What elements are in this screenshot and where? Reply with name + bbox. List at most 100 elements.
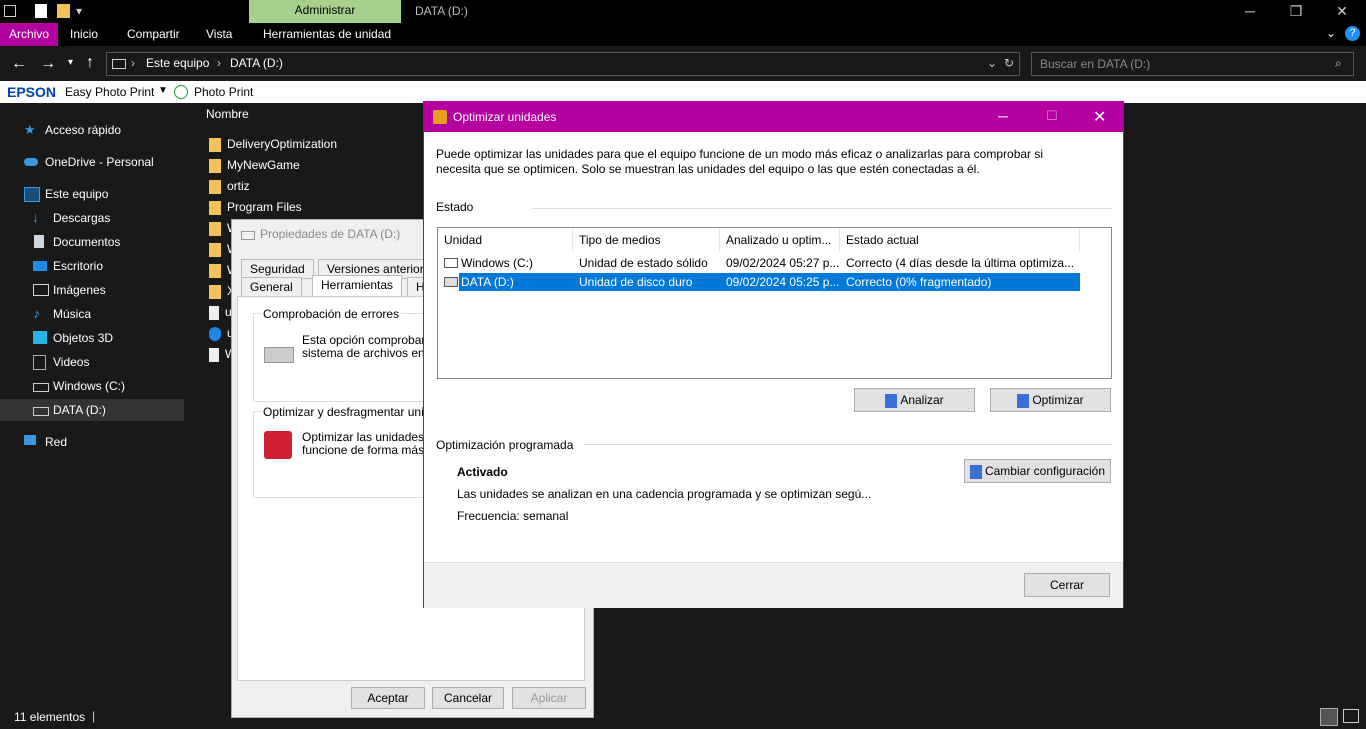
sidebar-item-quick-access[interactable]: ★ Acceso rápido	[0, 119, 184, 141]
sidebar-item-documents[interactable]: Documentos	[0, 231, 184, 253]
close-button[interactable]: ✕	[1093, 107, 1106, 127]
defrag-icon	[264, 431, 292, 459]
epson-toolbar: EPSON Easy Photo Print ▼ Photo Print	[0, 81, 1366, 103]
table-row-selected[interactable]: DATA (D:) Unidad de disco duro 09/02/202…	[444, 273, 1080, 291]
sidebar-item-this-pc[interactable]: Este equipo	[0, 183, 184, 205]
details-view-icon[interactable]	[1320, 708, 1338, 726]
chevron-down-icon[interactable]: ⌄	[987, 56, 997, 70]
photo-print-button[interactable]: Photo Print	[194, 85, 253, 99]
change-settings-button[interactable]: Cambiar configuración	[964, 459, 1111, 483]
sidebar-item-videos[interactable]: Videos	[0, 351, 184, 373]
optimize-title: Optimizar unidades	[453, 110, 557, 124]
new-folder-icon[interactable]	[57, 4, 70, 18]
tab-file[interactable]: Archivo	[0, 23, 59, 46]
properties-icon[interactable]	[35, 4, 47, 18]
sidebar-item-label: Descargas	[53, 211, 111, 225]
optimize-drives-dialog: Optimizar unidades ─ ☐ ✕ Puede optimizar…	[423, 101, 1124, 608]
sidebar-item-label: Videos	[53, 355, 90, 369]
customize-qat-icon[interactable]: ▾	[76, 4, 82, 18]
apply-button[interactable]: Aplicar	[512, 687, 586, 709]
close-button[interactable]: ✕	[1319, 0, 1365, 23]
sidebar-item-3d-objects[interactable]: Objetos 3D	[0, 327, 184, 349]
maximize-button: ☐	[1046, 108, 1058, 123]
sidebar-item-network[interactable]: Red	[0, 431, 184, 453]
drive-icon	[444, 277, 458, 287]
table-row[interactable]: Windows (C:) Unidad de estado sólido 09/…	[444, 254, 1080, 272]
breadcrumb-separator: ›	[217, 56, 221, 70]
address-bar[interactable]: › Este equipo › DATA (D:) ⌄ ↻	[106, 52, 1020, 76]
list-item[interactable]: ortiz	[209, 176, 250, 197]
computer-icon	[24, 187, 40, 202]
breadcrumb-data-d[interactable]: DATA (D:)	[230, 56, 283, 70]
close-dialog-button[interactable]: Cerrar	[1024, 573, 1110, 597]
sidebar-item-windows-c[interactable]: Windows (C:)	[0, 375, 184, 397]
sidebar-item-downloads[interactable]: ↓ Descargas	[0, 207, 184, 229]
column-header-name[interactable]: Nombre	[206, 107, 249, 121]
tab-general[interactable]: General	[241, 277, 302, 297]
sidebar-item-onedrive[interactable]: OneDrive - Personal	[0, 151, 184, 173]
tab-tools[interactable]: Herramientas	[312, 275, 403, 296]
easy-photo-print-button[interactable]: Easy Photo Print	[65, 85, 154, 99]
recent-locations-icon[interactable]: ▾	[68, 57, 73, 68]
drive-media: Unidad de estado sólido	[579, 256, 708, 270]
column-current-status[interactable]: Estado actual	[840, 228, 1080, 252]
drive-icon	[4, 5, 16, 17]
ok-button[interactable]: Aceptar	[351, 687, 425, 709]
help-icon[interactable]: ?	[1345, 26, 1360, 41]
drive-icon	[444, 258, 458, 268]
sidebar-item-data-d[interactable]: DATA (D:)	[0, 399, 184, 421]
tab-share[interactable]: Compartir	[118, 23, 189, 46]
schedule-description: Las unidades se analizan en una cadencia…	[457, 487, 872, 501]
minimize-button[interactable]: ─	[1227, 0, 1273, 23]
list-item[interactable]: DeliveryOptimization	[209, 134, 337, 155]
column-media-type[interactable]: Tipo de medios	[573, 228, 720, 252]
drive-icon	[33, 383, 49, 392]
maximize-button[interactable]: ❐	[1273, 0, 1319, 23]
breadcrumb-este-equipo[interactable]: Este equipo	[146, 56, 209, 70]
analyze-button[interactable]: Analizar	[854, 388, 975, 412]
list-item[interactable]: MyNewGame	[209, 155, 300, 176]
up-arrow-icon[interactable]: ↑	[86, 54, 94, 72]
optimize-body: Puede optimizar las unidades para que el…	[424, 132, 1123, 562]
column-last-analyzed[interactable]: Analizado u optim...	[720, 228, 840, 252]
sidebar-item-music[interactable]: ♪ Música	[0, 303, 184, 325]
list-item[interactable]: Program Files	[209, 197, 302, 218]
search-icon[interactable]: ⌕	[1335, 56, 1342, 71]
image-icon	[33, 284, 49, 296]
tab-view[interactable]: Vista	[197, 23, 241, 46]
music-icon: ♪	[33, 305, 40, 321]
sidebar-item-desktop[interactable]: Escritorio	[0, 255, 184, 277]
tab-home[interactable]: Inicio	[61, 23, 107, 46]
drive-icon	[241, 231, 255, 240]
minimize-button[interactable]: ─	[998, 108, 1008, 124]
sidebar-item-label: Escritorio	[53, 259, 104, 273]
search-input[interactable]: Buscar en DATA (D:) ⌕	[1031, 52, 1354, 76]
cube-icon	[33, 331, 47, 344]
tab-manage[interactable]: Administrar	[249, 0, 401, 23]
list-item[interactable]: u	[209, 302, 232, 323]
folder-icon	[209, 137, 221, 152]
drives-table[interactable]: Unidad Tipo de medios Analizado u optim.…	[437, 227, 1112, 379]
list-item[interactable]: u	[209, 323, 234, 344]
back-arrow-icon[interactable]: ←	[11, 55, 27, 73]
sidebar-item-pictures[interactable]: Imágenes	[0, 279, 184, 301]
defrag-icon	[433, 110, 447, 124]
folder-icon	[209, 158, 221, 173]
chevron-down-icon[interactable]: ▼	[158, 85, 168, 96]
optimize-button[interactable]: Optimizar	[990, 388, 1111, 412]
refresh-icon[interactable]: ↻	[1004, 56, 1014, 70]
file-name: DeliveryOptimization	[227, 137, 338, 151]
tab-drive-tools[interactable]: Herramientas de unidad	[254, 23, 400, 46]
column-unit[interactable]: Unidad	[438, 228, 573, 252]
tab-security[interactable]: Seguridad	[241, 259, 314, 279]
desktop-icon	[33, 261, 47, 271]
large-icons-view-icon[interactable]	[1343, 709, 1359, 723]
drive-unit: Windows (C:)	[461, 256, 534, 270]
forward-arrow-icon[interactable]: →	[40, 55, 56, 73]
sidebar-item-label: Documentos	[53, 235, 121, 249]
explorer-titlebar: ▾ Administrar DATA (D:) ─ ❐ ✕	[0, 0, 1366, 23]
drive-analyzed: 09/02/2024 05:25 p...	[726, 275, 840, 289]
expand-ribbon-icon[interactable]: ⌄	[1326, 26, 1336, 40]
cancel-button[interactable]: Cancelar	[432, 687, 504, 709]
download-icon: ↓	[32, 209, 39, 225]
